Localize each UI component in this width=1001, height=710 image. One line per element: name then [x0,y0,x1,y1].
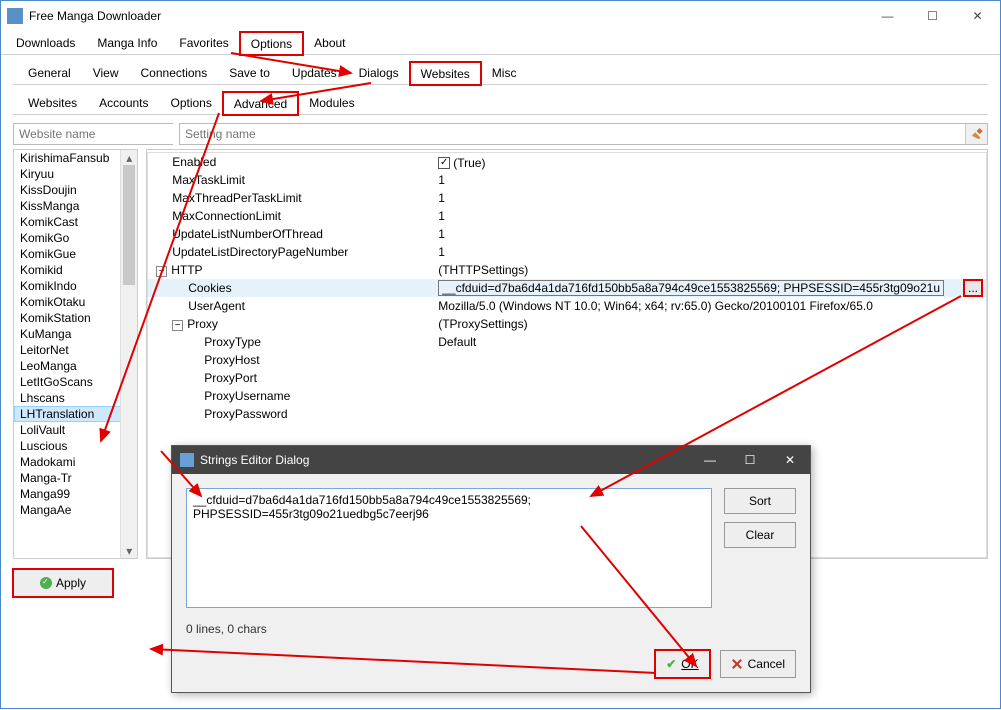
strings-textarea[interactable] [186,488,712,608]
prop-useragent[interactable]: UserAgentMozilla/5.0 (Windows NT 10.0; W… [148,297,986,315]
list-item[interactable]: KomikGo [14,230,137,246]
list-item[interactable]: KomikGue [14,246,137,262]
list-item[interactable]: KomikIndo [14,278,137,294]
prop-proxyuser[interactable]: ProxyUsername [148,387,986,405]
list-item[interactable]: Komikid [14,262,137,278]
tab-advanced[interactable]: Advanced [223,92,298,115]
prop-proxytype[interactable]: ProxyTypeDefault [148,333,986,351]
tab-websites[interactable]: Websites [410,62,481,85]
apply-button[interactable]: Apply [13,569,113,597]
prop-proxy[interactable]: −Proxy(TProxySettings) [148,315,986,333]
tab-misc[interactable]: Misc [481,61,528,84]
clear-setting-search-icon[interactable] [965,124,987,144]
list-item[interactable]: KuManga [14,326,137,342]
website-list[interactable]: KirishimaFansubKiryuuKissDoujinKissManga… [14,150,137,518]
sort-button[interactable]: Sort [724,488,796,514]
website-list-panel: KirishimaFansubKiryuuKissDoujinKissManga… [13,149,138,559]
list-item[interactable]: Kiryuu [14,166,137,182]
website-search [13,123,173,145]
website-search-input[interactable] [14,124,179,144]
tab-updates[interactable]: Updates [281,61,348,84]
collapse-icon[interactable]: − [156,266,167,277]
list-item[interactable]: MangaAe [14,502,137,518]
strings-editor-dialog: Strings Editor Dialog — ☐ ✕ Sort Clear 0… [171,445,811,693]
minimize-button[interactable]: — [865,1,910,31]
list-item[interactable]: Manga99 [14,486,137,502]
prop-updlist[interactable]: UpdateListNumberOfThread1 [148,225,986,243]
app-icon [7,8,23,24]
tab-favorites[interactable]: Favorites [168,31,239,54]
prop-proxypass[interactable]: ProxyPassword [148,405,986,423]
tab-manga-info[interactable]: Manga Info [86,31,168,54]
list-item[interactable]: Manga-Tr [14,470,137,486]
list-item[interactable]: Luscious [14,438,137,454]
tab-options[interactable]: Options [240,32,303,55]
tab-about[interactable]: About [303,31,356,54]
list-item[interactable]: KomikCast [14,214,137,230]
tab-downloads[interactable]: Downloads [5,31,86,54]
edit-cookies-button[interactable]: ... [964,280,982,296]
ok-button[interactable]: ✔OK [655,650,709,678]
dialog-titlebar: Strings Editor Dialog — ☐ ✕ [172,446,810,474]
clear-button[interactable]: Clear [724,522,796,548]
list-item[interactable]: LeoManga [14,358,137,374]
dialog-status: 0 lines, 0 chars [172,622,810,642]
websites-tabs: WebsitesAccountsOptionsAdvancedModules [13,91,988,115]
close-icon [731,658,743,670]
tab-dialogs[interactable]: Dialogs [348,61,410,84]
check-icon: ✔ [666,657,676,671]
list-item[interactable]: LeitorNet [14,342,137,358]
prop-maxthread[interactable]: MaxThreadPerTaskLimit1 [148,189,986,207]
main-tabs: DownloadsManga InfoFavoritesOptionsAbout [1,31,1000,55]
dialog-maximize-button[interactable]: ☐ [730,446,770,474]
prop-cookies[interactable]: Cookies__cfduid=d7ba6d4a1da716fd150bb5a8… [148,279,986,297]
list-item[interactable]: KissDoujin [14,182,137,198]
list-item[interactable]: Lhscans [14,390,137,406]
list-item[interactable]: LHTranslation [14,406,137,422]
prop-http[interactable]: −HTTP(THTTPSettings) [148,261,986,279]
window-title: Free Manga Downloader [29,9,865,23]
tab-modules[interactable]: Modules [298,91,365,114]
scrollbar[interactable]: ▴ ▾ [120,150,137,558]
list-item[interactable]: LetItGoScans [14,374,137,390]
collapse-icon[interactable]: − [172,320,183,331]
prop-updldir[interactable]: UpdateListDirectoryPageNumber1 [148,243,986,261]
scroll-down-icon[interactable]: ▾ [121,543,137,558]
scroll-up-icon[interactable]: ▴ [121,150,137,165]
setting-search-input[interactable] [180,124,965,144]
tab-view[interactable]: View [82,61,130,84]
list-item[interactable]: KirishimaFansub [14,150,137,166]
tab-connections[interactable]: Connections [130,61,219,84]
tab-save-to[interactable]: Save to [218,61,281,84]
dialog-icon [180,453,194,467]
list-item[interactable]: KissManga [14,198,137,214]
dialog-close-button[interactable]: ✕ [770,446,810,474]
tab-accounts[interactable]: Accounts [88,91,159,114]
list-item[interactable]: KomikOtaku [14,294,137,310]
maximize-button[interactable]: ☐ [910,1,955,31]
dialog-minimize-button[interactable]: — [690,446,730,474]
scroll-thumb[interactable] [123,165,135,285]
titlebar: Free Manga Downloader — ☐ ✕ [1,1,1000,31]
prop-proxyhost[interactable]: ProxyHost [148,351,986,369]
prop-maxtask[interactable]: MaxTaskLimit1 [148,171,986,189]
list-item[interactable]: Madokami [14,454,137,470]
dialog-title: Strings Editor Dialog [200,453,309,467]
prop-enabled[interactable]: Enabled✓ (True) [148,153,986,171]
checkbox-icon: ✓ [438,157,450,169]
setting-search [179,123,988,145]
prop-proxyport[interactable]: ProxyPort [148,369,986,387]
options-tabs: GeneralViewConnectionsSave toUpdatesDial… [13,61,988,85]
cancel-button[interactable]: Cancel [720,650,796,678]
tab-general[interactable]: General [17,61,82,84]
list-item[interactable]: LoliVault [14,422,137,438]
close-button[interactable]: ✕ [955,1,1000,31]
cookies-value[interactable]: __cfduid=d7ba6d4a1da716fd150bb5a8a794c49… [438,280,944,296]
tab-websites[interactable]: Websites [17,91,88,114]
prop-maxconn[interactable]: MaxConnectionLimit1 [148,207,986,225]
check-icon [40,577,52,589]
tab-options[interactable]: Options [160,91,223,114]
list-item[interactable]: KomikStation [14,310,137,326]
